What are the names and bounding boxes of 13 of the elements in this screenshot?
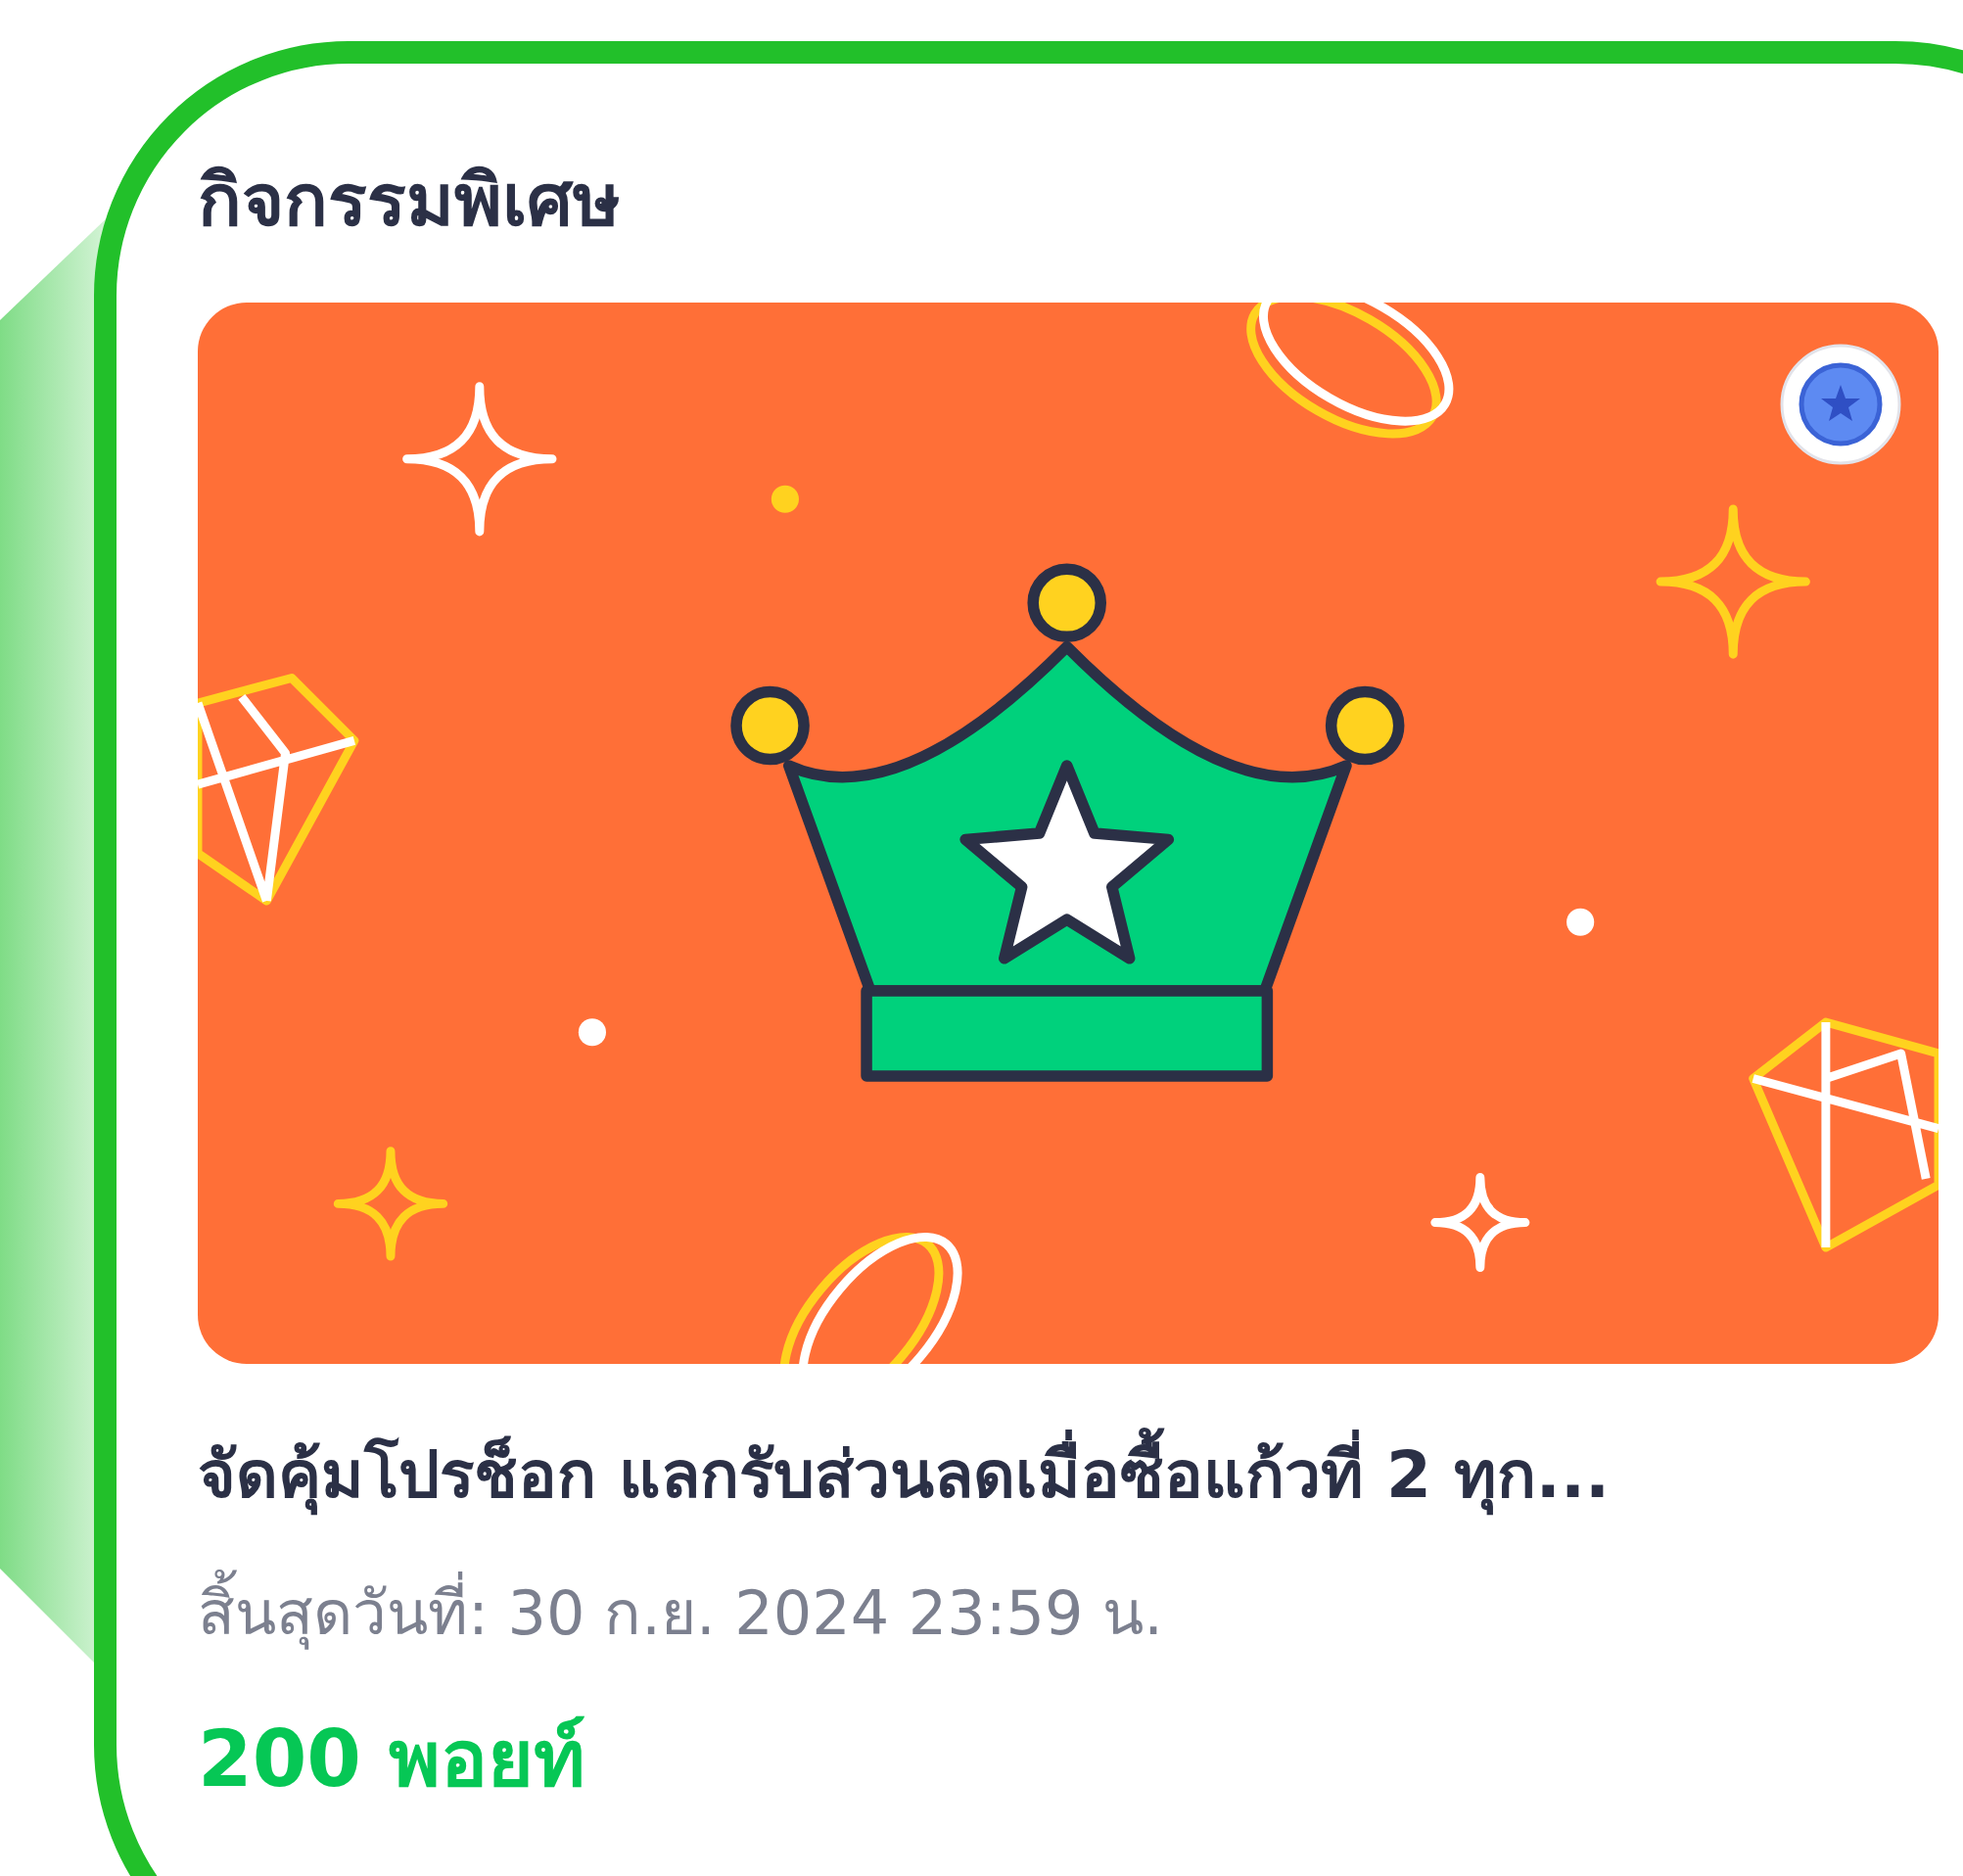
points-label: 200 พอยท์	[198, 1712, 586, 1806]
promo-title: จัดคุ้มโปรช็อก แลกรับส่วนลดเมื่อซื้อแก้วที่ 2 ทุก...	[198, 1422, 1963, 1525]
sparkle-icon	[333, 1147, 448, 1261]
expiry-date: สิ้นสุดวันที่: 30 ก.ย. 2024 23:59 น.	[198, 1564, 1963, 1661]
sparkle-icon	[402, 381, 557, 537]
dot-icon	[1566, 908, 1595, 936]
sparkle-icon	[1430, 1172, 1530, 1272]
sparkle-icon	[1656, 504, 1810, 659]
section-title: กิจกรรมพิเศษ	[198, 157, 622, 244]
dot-icon	[578, 1018, 606, 1047]
star-badge-icon	[1780, 343, 1901, 465]
promo-banner[interactable]	[198, 302, 1939, 1364]
dot-icon	[771, 485, 799, 513]
